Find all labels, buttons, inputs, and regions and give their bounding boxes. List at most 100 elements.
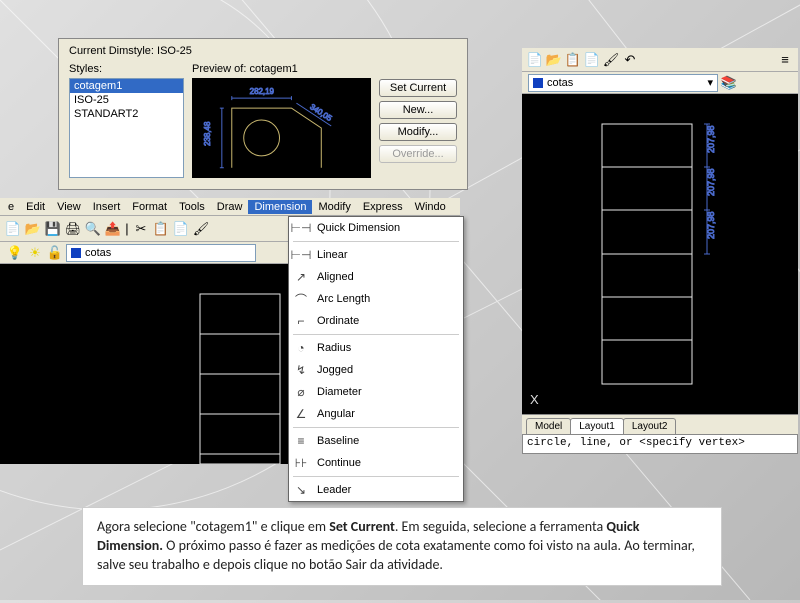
menu-insert[interactable]: Insert bbox=[87, 200, 127, 214]
style-item-standart2[interactable]: STANDART2 bbox=[70, 107, 183, 121]
qdim-icon: ⊢⊣ bbox=[293, 220, 309, 236]
menu-quick-dimension[interactable]: ⊢⊣Quick Dimension bbox=[289, 217, 463, 239]
menu-dimension[interactable]: Dimension bbox=[248, 200, 312, 214]
layers-icon[interactable]: ≡ bbox=[776, 51, 794, 69]
match-icon[interactable]: 🖌 bbox=[192, 220, 210, 238]
menu-express[interactable]: Express bbox=[357, 200, 409, 214]
menu-modify[interactable]: Modify bbox=[312, 200, 356, 214]
preview-label: Preview of: cotagem1 bbox=[192, 63, 371, 75]
menu-separator bbox=[293, 427, 459, 428]
styles-listbox[interactable]: cotagem1 ISO-25 STANDART2 bbox=[69, 78, 184, 178]
new-icon[interactable]: 📄 bbox=[4, 220, 22, 238]
layer-color-swatch bbox=[533, 78, 543, 88]
chevron-down-icon: ▾ bbox=[707, 76, 713, 89]
ordinate-icon: ⌐ bbox=[293, 313, 309, 329]
layer-dropdown-right[interactable]: cotas ▾ bbox=[528, 74, 718, 92]
menu-jogged[interactable]: ↯Jogged bbox=[289, 359, 463, 381]
preview-dim-3: 340,05 bbox=[308, 102, 334, 123]
layers-icon[interactable]: 📚 bbox=[720, 74, 738, 92]
paste-icon[interactable]: 📄 bbox=[172, 220, 190, 238]
menu-edit[interactable]: Edit bbox=[20, 200, 51, 214]
dim-value-3: 207,98 bbox=[706, 211, 716, 239]
copy-icon[interactable]: 📋 bbox=[152, 220, 170, 238]
dimension-menu[interactable]: ⊢⊣Quick Dimension ⊢⊣Linear ↗Aligned ⌒Arc… bbox=[288, 216, 464, 502]
tab-layout1[interactable]: Layout1 bbox=[570, 418, 624, 434]
leader-icon: ↘ bbox=[293, 482, 309, 498]
layer-lock-icon[interactable]: 🔓 bbox=[46, 244, 64, 262]
new-icon[interactable]: 📄 bbox=[526, 51, 544, 69]
dimstyle-manager-panel: Current Dimstyle: ISO-25 Styles: cotagem… bbox=[58, 38, 468, 190]
styles-label: Styles: bbox=[69, 63, 184, 75]
menu-separator bbox=[293, 334, 459, 335]
cut-icon[interactable]: ✂ bbox=[132, 220, 150, 238]
ucs-x-label: X bbox=[530, 392, 539, 407]
style-item-cotagem1[interactable]: cotagem1 bbox=[70, 79, 183, 93]
current-dimstyle-label: Current Dimstyle: ISO-25 bbox=[69, 45, 457, 57]
layer-bulb-icon[interactable]: 💡 bbox=[6, 244, 24, 262]
menubar[interactable]: e Edit View Insert Format Tools Draw Dim… bbox=[0, 198, 460, 216]
menu-linear[interactable]: ⊢⊣Linear bbox=[289, 244, 463, 266]
undo-icon[interactable]: ↶ bbox=[621, 51, 639, 69]
menu-baseline[interactable]: ≡Baseline bbox=[289, 430, 463, 452]
menu-tools[interactable]: Tools bbox=[173, 200, 211, 214]
layer-color-swatch bbox=[71, 248, 81, 258]
menu-separator bbox=[293, 241, 459, 242]
radius-icon: ◔ bbox=[293, 340, 309, 356]
separator-icon: | bbox=[124, 220, 130, 238]
arc-icon: ⌒ bbox=[293, 291, 309, 307]
tab-layout2[interactable]: Layout2 bbox=[623, 418, 677, 434]
tab-model[interactable]: Model bbox=[526, 418, 571, 434]
layout-tabs[interactable]: Model Layout1 Layout2 bbox=[522, 414, 798, 434]
layer-name-right: cotas bbox=[547, 77, 573, 89]
dimstyle-preview: 282,19 238,48 340,05 bbox=[192, 78, 371, 178]
menu-continue[interactable]: ⊦⊦Continue bbox=[289, 452, 463, 474]
override-button: Override... bbox=[379, 145, 457, 163]
dim-value-1: 207,98 bbox=[706, 125, 716, 153]
open-icon[interactable]: 📂 bbox=[545, 51, 563, 69]
angular-icon: ∠ bbox=[293, 406, 309, 422]
set-current-button[interactable]: Set Current bbox=[379, 79, 457, 97]
copy-icon[interactable]: 📋 bbox=[564, 51, 582, 69]
menu-arc-length[interactable]: ⌒Arc Length bbox=[289, 288, 463, 310]
menu-view[interactable]: View bbox=[51, 200, 87, 214]
menu-radius[interactable]: ◔Radius bbox=[289, 337, 463, 359]
jogged-icon: ↯ bbox=[293, 362, 309, 378]
match-icon[interactable]: 🖌 bbox=[602, 51, 620, 69]
layer-sun-icon[interactable]: ☀ bbox=[26, 244, 44, 262]
menu-file[interactable]: e bbox=[2, 200, 20, 214]
menu-format[interactable]: Format bbox=[126, 200, 173, 214]
preview-dim-1: 282,19 bbox=[250, 87, 275, 96]
preview-icon[interactable]: 🔍 bbox=[84, 220, 102, 238]
layer-dropdown[interactable]: cotas bbox=[66, 244, 256, 262]
style-item-iso25[interactable]: ISO-25 bbox=[70, 93, 183, 107]
publish-icon[interactable]: 📤 bbox=[104, 220, 122, 238]
menu-window[interactable]: Windo bbox=[409, 200, 452, 214]
menu-draw[interactable]: Draw bbox=[211, 200, 249, 214]
preview-dim-2: 238,48 bbox=[203, 121, 212, 146]
cad-window-right: 📄 📂 📋 📄 🖌 ↶ ≡ cotas ▾ 📚 bbox=[522, 48, 798, 458]
modify-button[interactable]: Modify... bbox=[379, 123, 457, 141]
menu-diameter[interactable]: ⌀Diameter bbox=[289, 381, 463, 403]
toolbar-right[interactable]: 📄 📂 📋 📄 🖌 ↶ ≡ bbox=[522, 48, 798, 72]
new-button[interactable]: New... bbox=[379, 101, 457, 119]
menu-ordinate[interactable]: ⌐Ordinate bbox=[289, 310, 463, 332]
plot-icon[interactable]: 🖨 bbox=[64, 220, 82, 238]
baseline-icon: ≡ bbox=[293, 433, 309, 449]
layer-name: cotas bbox=[85, 247, 111, 259]
menu-angular[interactable]: ∠Angular bbox=[289, 403, 463, 425]
linear-icon: ⊢⊣ bbox=[293, 247, 309, 263]
menu-aligned[interactable]: ↗Aligned bbox=[289, 266, 463, 288]
diameter-icon: ⌀ bbox=[293, 384, 309, 400]
dim-value-2: 207,98 bbox=[706, 168, 716, 196]
menu-leader[interactable]: ↘Leader bbox=[289, 479, 463, 501]
save-icon[interactable]: 💾 bbox=[44, 220, 62, 238]
command-line[interactable]: circle, line, or <specify vertex> bbox=[522, 434, 798, 454]
instruction-text: Agora selecione "cotagem1" e clique em S… bbox=[82, 507, 722, 586]
aligned-icon: ↗ bbox=[293, 269, 309, 285]
layer-toolbar-right[interactable]: cotas ▾ 📚 bbox=[522, 72, 798, 94]
continue-icon: ⊦⊦ bbox=[293, 455, 309, 471]
drawing-canvas-right[interactable]: 207,98 207,98 207,98 X bbox=[522, 94, 798, 414]
menu-separator bbox=[293, 476, 459, 477]
paste-icon[interactable]: 📄 bbox=[583, 51, 601, 69]
open-icon[interactable]: 📂 bbox=[24, 220, 42, 238]
